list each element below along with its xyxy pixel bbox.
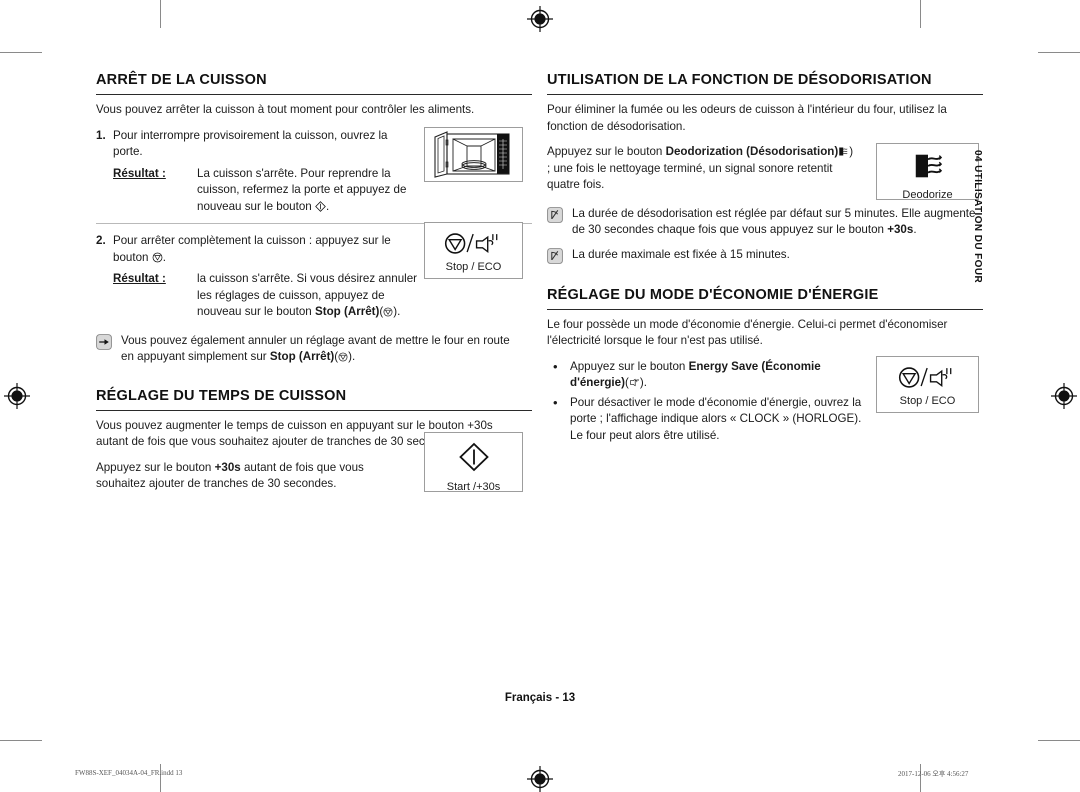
- step-1-number: 1.: [96, 128, 106, 142]
- figure-start-30s-caption: Start /+30s: [446, 481, 501, 493]
- figure-stop-eco-caption-2: Stop / ECO: [899, 395, 956, 407]
- figure-microwave-oven: [424, 127, 523, 182]
- para-deo-a: Appuyez sur le bouton: [547, 145, 663, 158]
- bullet-dot-icon-2: •: [553, 394, 558, 410]
- para-reglage-temps-2-bold: +30s: [214, 460, 241, 474]
- energy-save-plug-icon: [629, 378, 639, 387]
- note-duree-maximale: La durée maximale est fixée à 15 minutes…: [547, 247, 983, 269]
- pointing-hand-icon: [96, 333, 112, 350]
- stop-eco-icon: [898, 367, 951, 388]
- bullet1-bold-energie: d'énergie): [570, 376, 625, 389]
- step-2-result-bold-stop: Stop (Arrêt): [314, 305, 380, 318]
- deodorize-waves-icon: [839, 147, 848, 156]
- deodorize-waves-icon: [915, 154, 942, 178]
- note-hand-cancel: Vous pouvez également annuler un réglage…: [96, 333, 532, 366]
- step-2-period: .: [162, 250, 166, 264]
- print-timestamp: 2017-12-06 오후 4:56:27: [898, 770, 969, 778]
- chapter-side-tab: 04 UTILISATION DU FOUR: [966, 150, 988, 360]
- stop-circle-triangle-icon: [152, 252, 163, 262]
- microwave-oven-open-door-icon: [425, 128, 522, 181]
- pointing-hand-icon-wrap: [96, 333, 121, 366]
- start-diamond-icon: [458, 442, 489, 472]
- intro-arret-cuisson: Vous pouvez arrêter la cuisson à tout mo…: [96, 103, 475, 116]
- step-1-result-label: Résultat :: [113, 166, 166, 180]
- intro-economie-energie: Le four possède un mode d'économie d'éne…: [547, 317, 948, 348]
- note-pencil-icon: [547, 206, 563, 223]
- heading-arret-de-la-cuisson: ARRÊT DE LA CUISSON: [96, 72, 532, 95]
- chapter-side-tab-label: 04 UTILISATION DU FOUR: [972, 150, 983, 284]
- note1-period: .: [913, 223, 917, 236]
- figure-stop-eco-caption-1: Stop / ECO: [445, 261, 502, 273]
- note2-text: La durée maximale est fixée à 15 minutes…: [572, 247, 790, 261]
- heading-reglage-temps-cuisson: RÉGLAGE DU TEMPS DE CUISSON: [96, 388, 532, 411]
- page-number-label: Français - 13: [504, 692, 576, 704]
- note1-bold-30s: +30s: [887, 223, 914, 236]
- note-hand-bold-stop: Stop (Arrêt): [269, 350, 335, 363]
- figure-stop-eco-button-2: Stop / ECO: [876, 356, 979, 413]
- para-reglage-temps-2-a: Appuyez sur le bouton: [96, 460, 212, 474]
- note-hand-paren-close: ).: [348, 350, 356, 363]
- step-2-number: 2.: [96, 234, 106, 247]
- figure-start-30s-button: Start /+30s: [424, 432, 523, 493]
- bullet1-text-a: Appuyez sur le bouton: [570, 359, 686, 373]
- intro-desodorisation: Pour éliminer la fumée ou les odeurs de …: [547, 103, 947, 133]
- para-reglage-temps-2: Appuyez sur le bouton +30s autant de foi…: [96, 460, 396, 493]
- step-2-result-paren-close: ).: [393, 305, 401, 318]
- para-deo-bold-deodorization: Deodorization: [665, 145, 743, 158]
- note-pencil-icon-wrap: [547, 206, 572, 239]
- figure-deodorize-button: Deodorize: [876, 143, 979, 201]
- note-pencil-icon: [547, 247, 563, 264]
- step-1-result-text: La cuisson s'arrête. Pour reprendre la c…: [197, 166, 407, 213]
- figure-stop-eco-button-1: Stop / ECO: [424, 222, 523, 279]
- bullet2-text: Pour désactiver le mode d'économie d'éne…: [570, 395, 862, 442]
- step-2-result-label: Résultat :: [113, 272, 166, 285]
- bullet1-bold-energy-save: Energy Save (Économie: [688, 359, 821, 373]
- manual-page: ARRÊT DE LA CUISSON Vous pouvez arrêter …: [0, 0, 1080, 792]
- start-diamond-icon: [315, 200, 326, 212]
- note-duree-desodorisation: La durée de désodorisation est réglée pa…: [547, 206, 983, 239]
- heading-fonction-desodorisation: UTILISATION DE LA FONCTION DE DÉSODORISA…: [547, 72, 983, 95]
- para-deodorization-button: Appuyez sur le bouton Deodorization (Dés…: [547, 144, 857, 194]
- para-deo-bold-desodorisation: (Désodorisation): [746, 145, 839, 158]
- print-filename: FW88S-XEF_04034A-04_FR.indd 13: [75, 769, 183, 777]
- bullet-dot-icon: •: [553, 358, 558, 374]
- step-1-text: Pour interrompre provisoirement la cuiss…: [113, 128, 388, 159]
- stop-circle-triangle-icon: [338, 352, 348, 362]
- step-1-result-period: .: [325, 199, 330, 213]
- bullet1-paren-close: ).: [639, 376, 647, 389]
- stop-eco-icon: [444, 233, 497, 254]
- note-pencil-icon-wrap-2: [547, 247, 572, 269]
- figure-deodorize-caption: Deodorize: [902, 189, 953, 201]
- stop-circle-triangle-icon: [383, 307, 393, 317]
- heading-mode-economie-energie: RÉGLAGE DU MODE D'ÉCONOMIE D'ÉNERGIE: [547, 287, 983, 310]
